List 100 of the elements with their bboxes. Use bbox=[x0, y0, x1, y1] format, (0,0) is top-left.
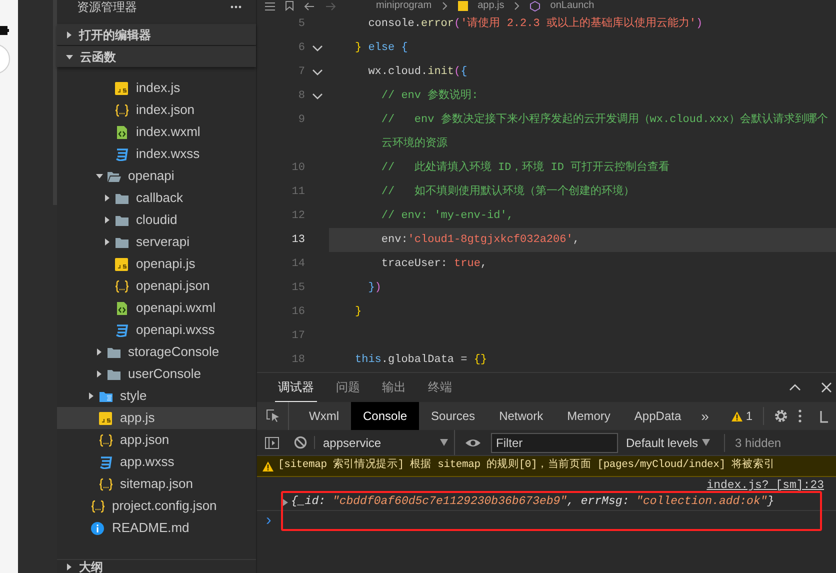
section-header[interactable]: 云函数 bbox=[57, 46, 256, 67]
chevron-icon bbox=[442, 2, 448, 10]
panel-tab[interactable]: 输出 bbox=[379, 373, 409, 402]
tree-item[interactable]: openapi bbox=[57, 165, 256, 187]
log-object: {_id: "cbddf0af60d5c7e1129230b36b673eb9", errMsg: "collection.add:ok"} bbox=[291, 494, 774, 510]
tree-item[interactable]: openapi.wxss bbox=[57, 319, 256, 341]
warning-icon bbox=[262, 460, 274, 472]
style-folder-icon bbox=[99, 390, 113, 402]
warnings-button[interactable]: 1 bbox=[730, 407, 764, 425]
fold-chevron-icon bbox=[312, 92, 322, 100]
tree-item[interactable]: openapi.json bbox=[57, 275, 256, 297]
line-number: 5 bbox=[297, 17, 305, 32]
chevron-icon bbox=[514, 2, 520, 10]
code-line: // env: 'my-env-id', bbox=[380, 209, 514, 224]
devtools-tab[interactable]: Wxml bbox=[297, 402, 351, 430]
tree-item[interactable]: index.js bbox=[57, 77, 256, 99]
filter-field[interactable]: Filter bbox=[491, 432, 618, 452]
panel-tab[interactable]: 终端 bbox=[425, 373, 455, 402]
line-number: 6 bbox=[297, 41, 305, 56]
panel-tab[interactable]: 问题 bbox=[333, 373, 363, 402]
breadcrumb-item[interactable]: app.js bbox=[478, 1, 504, 11]
tree-item[interactable]: index.wxss bbox=[57, 143, 256, 165]
tree-item[interactable]: serverapi bbox=[57, 231, 256, 253]
js-file-icon bbox=[115, 258, 129, 270]
line-number: 8 bbox=[297, 89, 305, 104]
cursor-select-icon bbox=[266, 409, 280, 423]
braces-file-icon bbox=[99, 434, 113, 446]
braces-file-icon bbox=[115, 280, 129, 292]
code-line: }) bbox=[367, 281, 382, 296]
tree-item[interactable]: app.wxss bbox=[57, 451, 256, 473]
settings-button[interactable] bbox=[774, 409, 788, 423]
expand-arrow-icon bbox=[283, 498, 288, 506]
code-line: // env 参数决定接下来小程序发起的云开发调用（wx.cloud.xxx）会默认请求到哪个云环境的资源 bbox=[380, 112, 830, 152]
menu-icon bbox=[265, 2, 275, 10]
js-file-icon bbox=[99, 412, 113, 424]
braces-file-icon bbox=[99, 478, 113, 490]
eye-icon bbox=[465, 438, 481, 448]
warning-icon bbox=[730, 410, 743, 422]
panel-title: 资源管理器 bbox=[77, 0, 137, 14]
tree-item[interactable]: app.json bbox=[57, 429, 256, 451]
tree-item[interactable]: sitemap.json bbox=[57, 473, 256, 495]
tree-item[interactable]: callback bbox=[57, 187, 256, 209]
code-line: // 如不填则使用默认环境（第一个创建的环境） bbox=[380, 184, 636, 200]
line-number: 11 bbox=[290, 185, 305, 200]
context-dropdown[interactable]: appservice bbox=[315, 430, 455, 455]
braces-file-icon bbox=[115, 104, 129, 116]
section-header[interactable]: 大纲 bbox=[57, 559, 256, 573]
open-folder-icon bbox=[107, 170, 121, 182]
dock-button[interactable] bbox=[820, 410, 828, 422]
battery-icon bbox=[0, 26, 9, 35]
hidden-count: 3 hidden bbox=[735, 434, 782, 452]
devtools-tab[interactable]: AppData bbox=[622, 402, 694, 430]
kebab-icon bbox=[798, 409, 802, 423]
chevron-up-icon bbox=[789, 384, 801, 391]
dropdown-arrow-icon bbox=[440, 439, 448, 446]
fold-chevron-icon bbox=[312, 44, 322, 52]
code-line: traceUser: true, bbox=[380, 257, 488, 272]
more-options-button[interactable] bbox=[798, 409, 802, 423]
code-line: } bbox=[354, 305, 363, 320]
devtools-tab[interactable]: Console bbox=[351, 402, 420, 430]
log-levels-dropdown[interactable]: Default levels bbox=[626, 434, 726, 452]
forward-arrow-icon bbox=[325, 2, 336, 10]
method-icon bbox=[530, 0, 540, 12]
folder-icon bbox=[115, 192, 129, 204]
tree-item[interactable]: storageConsole bbox=[57, 341, 256, 363]
tree-item[interactable]: README.md bbox=[57, 517, 256, 539]
tree-item[interactable]: openapi.js bbox=[57, 253, 256, 275]
line-number: 14 bbox=[290, 257, 305, 272]
tree-item[interactable]: project.config.json bbox=[57, 495, 256, 517]
tree-item[interactable]: app.js bbox=[57, 407, 256, 429]
line-number: 12 bbox=[290, 209, 305, 224]
tree-item[interactable]: userConsole bbox=[57, 363, 256, 385]
code-line: } else { bbox=[354, 41, 409, 56]
breadcrumb-item[interactable]: miniprogram bbox=[376, 1, 432, 11]
more-tabs-button[interactable]: » bbox=[693, 406, 717, 426]
devtools-tab[interactable]: Network bbox=[487, 402, 556, 430]
blocked-icon bbox=[294, 436, 307, 449]
css-file-icon bbox=[115, 324, 129, 336]
section-header[interactable]: 打开的编辑器 bbox=[57, 24, 256, 45]
sidebar-icon bbox=[265, 436, 279, 448]
js-file-icon bbox=[115, 82, 129, 94]
code-file-icon bbox=[115, 302, 129, 314]
line-number: 17 bbox=[290, 329, 305, 344]
folder-icon bbox=[115, 214, 129, 226]
tree-item[interactable]: index.json bbox=[57, 99, 256, 121]
js-file-icon bbox=[458, 1, 468, 11]
code-line: // 此处请填入环境 ID，环境 ID 可打开云控制台查看 bbox=[380, 160, 671, 176]
bookmark-icon bbox=[285, 1, 294, 11]
devtools-tab[interactable]: Memory bbox=[555, 402, 622, 430]
close-icon bbox=[821, 382, 832, 393]
devtools-tab[interactable]: Sources bbox=[419, 402, 488, 430]
tree-item[interactable]: cloudid bbox=[57, 209, 256, 231]
dock-icon bbox=[820, 410, 828, 422]
css-file-icon bbox=[115, 148, 129, 160]
tree-item[interactable]: style bbox=[57, 385, 256, 407]
source-link[interactable]: index.js? [sm]:23 bbox=[706, 476, 824, 494]
tree-item[interactable]: openapi.wxml bbox=[57, 297, 256, 319]
tree-item[interactable]: index.wxml bbox=[57, 121, 256, 143]
breadcrumb-item[interactable]: onLaunch bbox=[550, 1, 594, 11]
back-arrow-icon bbox=[304, 2, 315, 10]
